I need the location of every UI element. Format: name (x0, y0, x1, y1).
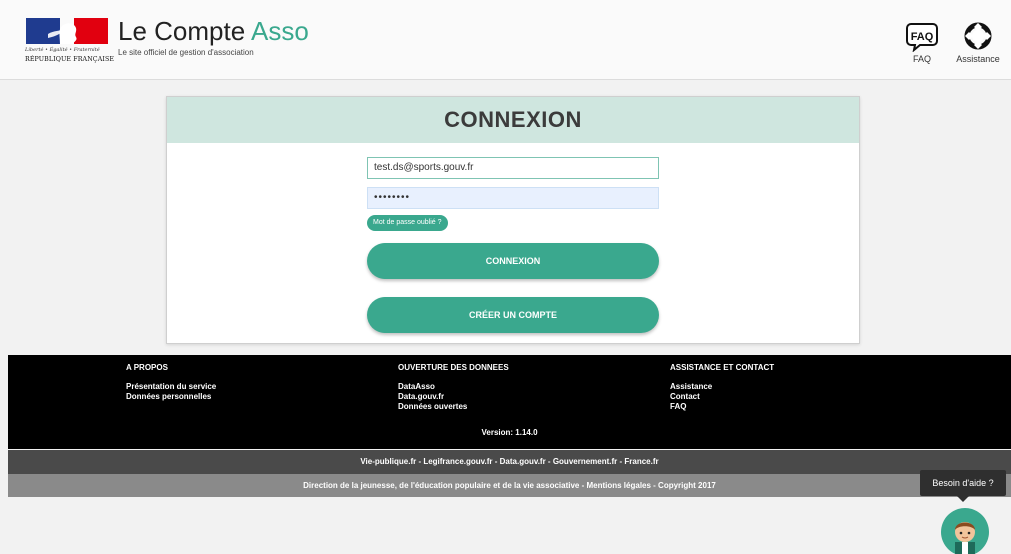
login-button[interactable]: CONNEXION (367, 243, 659, 279)
footer-link-contact[interactable]: Contact (670, 392, 774, 402)
footer-column-assistance: ASSISTANCE ET CONTACT Assistance Contact… (670, 363, 774, 412)
help-tooltip: Besoin d'aide ? (920, 470, 1006, 496)
site-subtitle: Le site officiel de gestion d'associatio… (118, 48, 254, 57)
site-header: Liberté • Égalité • Fraternité RÉPUBLIQU… (0, 0, 1011, 80)
footer-link-data-gouv[interactable]: Data.gouv.fr (398, 392, 509, 402)
faq-icon: FAQ (906, 23, 938, 52)
footer-heading-assistance: ASSISTANCE ET CONTACT (670, 363, 775, 372)
login-card-header: CONNEXION (167, 97, 859, 143)
footer-link-assistance[interactable]: Assistance (670, 382, 774, 392)
footer-heading-open-data: OUVERTURE DES DONNEES (398, 363, 509, 372)
forgot-password-button[interactable]: Mot de passe oublié ? (367, 215, 448, 231)
external-links-bar[interactable]: Vie-publique.fr - Legifrance.gouv.fr - D… (8, 450, 1011, 474)
site-title-main: Le Compte (118, 16, 251, 46)
site-footer: A PROPOS Présentation du service Données… (8, 355, 1011, 449)
avatar-icon (955, 522, 975, 554)
republique-francaise-text: RÉPUBLIQUE FRANÇAISE (25, 56, 115, 63)
email-field[interactable]: test.ds@sports.gouv.fr (367, 157, 659, 179)
footer-link-faq[interactable]: FAQ (670, 402, 774, 412)
site-title[interactable]: Le Compte Asso (118, 16, 309, 47)
assistance-link[interactable]: Assistance (952, 22, 1004, 66)
marianne-logo[interactable]: Liberté • Égalité • Fraternité RÉPUBLIQU… (22, 14, 115, 74)
faq-icon-text: FAQ (911, 31, 934, 43)
credit-bar: Direction de la jeunesse, de l'éducation… (8, 474, 1011, 497)
password-field[interactable]: •••••••• (367, 187, 659, 209)
create-account-button[interactable]: CRÉER UN COMPTE (367, 297, 659, 333)
faq-link[interactable]: FAQ FAQ (904, 22, 940, 66)
footer-link-open-data[interactable]: Données ouvertes (398, 402, 509, 412)
footer-link-personal-data[interactable]: Données personnelles (126, 392, 216, 402)
help-tooltip-arrow (957, 496, 969, 502)
footer-column-about: A PROPOS Présentation du service Données… (126, 363, 216, 402)
footer-link-dataasso[interactable]: DataAsso (398, 382, 509, 392)
login-card: CONNEXION test.ds@sports.gouv.fr •••••••… (166, 96, 860, 344)
footer-link-presentation[interactable]: Présentation du service (126, 382, 216, 392)
help-avatar-button[interactable] (941, 508, 989, 554)
footer-heading-about: A PROPOS (126, 363, 168, 372)
login-title: CONNEXION (444, 107, 582, 132)
devise-text: Liberté • Égalité • Fraternité (25, 47, 100, 53)
flag-logo (26, 18, 108, 44)
faq-label: FAQ (912, 54, 931, 64)
lifebuoy-icon (964, 22, 992, 50)
footer-column-open-data: OUVERTURE DES DONNEES DataAsso Data.gouv… (398, 363, 509, 412)
marianne-profile-icon (48, 23, 77, 44)
site-title-accent: Asso (250, 16, 309, 46)
assistance-label: Assistance (956, 54, 1000, 64)
version-text: Version: 1.14.0 (481, 428, 538, 437)
